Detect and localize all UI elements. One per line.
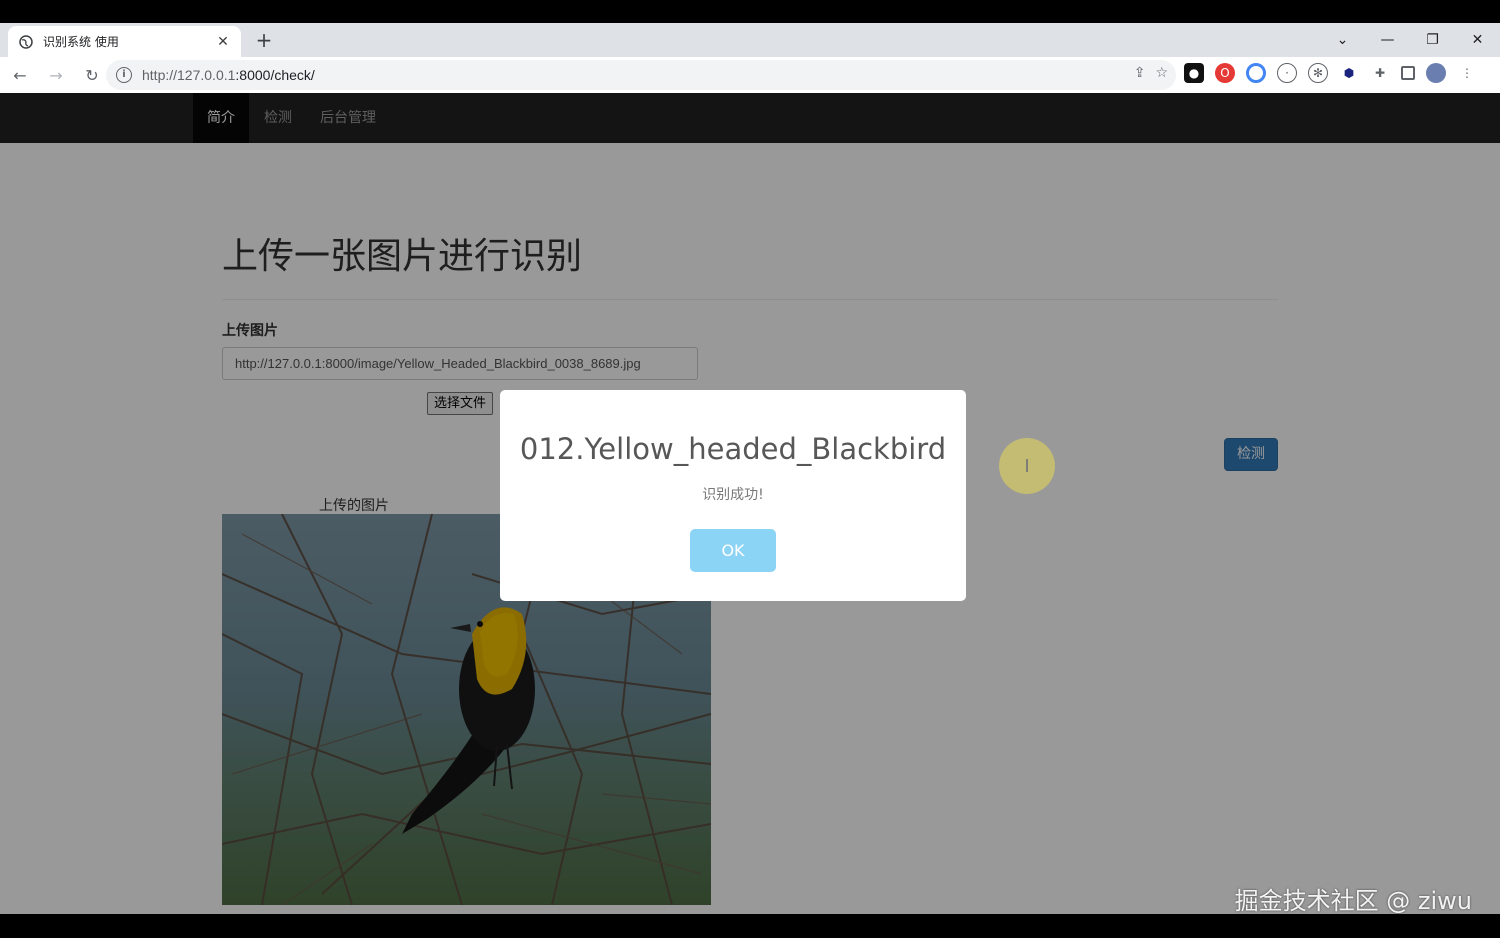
address-url: http://127.0.0.1:8000/check/ [142,67,315,83]
site-info-icon[interactable]: i [116,67,132,83]
watermark-text: 掘金技术社区 @ ziwu [1234,887,1472,915]
tab-strip: 识别系统 使用 ✕ + ⌄ — ❐ ✕ [0,23,1500,57]
browser-chrome: 识别系统 使用 ✕ + ⌄ — ❐ ✕ ← → ↻ i http://127.0… [0,23,1500,93]
browser-tab[interactable]: 识别系统 使用 ✕ [8,26,241,57]
dialog-message: 识别成功! [702,487,764,503]
side-panel-icon[interactable] [1401,66,1415,80]
globe-icon [18,34,34,50]
extension-icon-1[interactable]: ● [1184,63,1204,83]
tab-search-icon[interactable]: ⌄ [1320,23,1365,57]
extension-icon-6[interactable]: ⬢ [1339,63,1359,83]
bookmark-star-icon[interactable]: ☆ [1155,65,1168,81]
dialog-title: 012.Yellow_headed_Blackbird [519,432,947,466]
close-window-button[interactable]: ✕ [1455,23,1500,57]
extensions-puzzle-icon[interactable]: ✚ [1370,63,1390,83]
menu-kebab-icon[interactable]: ⋮ [1457,63,1477,83]
back-button[interactable]: ← [4,59,36,91]
restore-button[interactable]: ❐ [1410,23,1455,57]
extension-icon-3[interactable] [1246,63,1266,83]
window-controls: ⌄ — ❐ ✕ [1320,23,1500,57]
text-cursor-icon: I [999,438,1055,494]
extension-icon-2[interactable]: O [1215,63,1235,83]
reload-button[interactable]: ↻ [76,59,108,91]
address-bar[interactable]: i http://127.0.0.1:8000/check/ ⇪ ☆ [106,60,1176,90]
ok-button[interactable]: OK [690,529,776,572]
video-letterbox-bottom [0,914,1500,938]
url-path: :8000/check/ [235,67,315,83]
result-dialog: 012.Yellow_headed_Blackbird 识别成功! OK [500,390,966,601]
url-host: http://127.0.0.1 [142,67,236,83]
tab-close-icon[interactable]: ✕ [215,34,231,50]
minimize-button[interactable]: — [1365,23,1410,57]
extension-icon-5[interactable]: ✻ [1308,63,1328,83]
extensions-bar: ● O · ✻ ⬢ ✚ ⋮ [1184,63,1477,83]
tab-title: 识别系统 使用 [43,35,119,49]
browser-toolbar: ← → ↻ i http://127.0.0.1:8000/check/ ⇪ ☆… [0,57,1500,93]
new-tab-button[interactable]: + [252,29,276,53]
address-actions: ⇪ ☆ [1134,65,1168,81]
web-page: 简介 检测 后台管理 上传一张图片进行识别 上传图片 选择文件 检测 上传的图片 [0,93,1500,914]
extension-icon-4[interactable]: · [1277,63,1297,83]
profile-avatar[interactable] [1426,63,1446,83]
share-icon[interactable]: ⇪ [1134,65,1146,81]
forward-button[interactable]: → [40,59,72,91]
video-letterbox-top [0,0,1500,23]
